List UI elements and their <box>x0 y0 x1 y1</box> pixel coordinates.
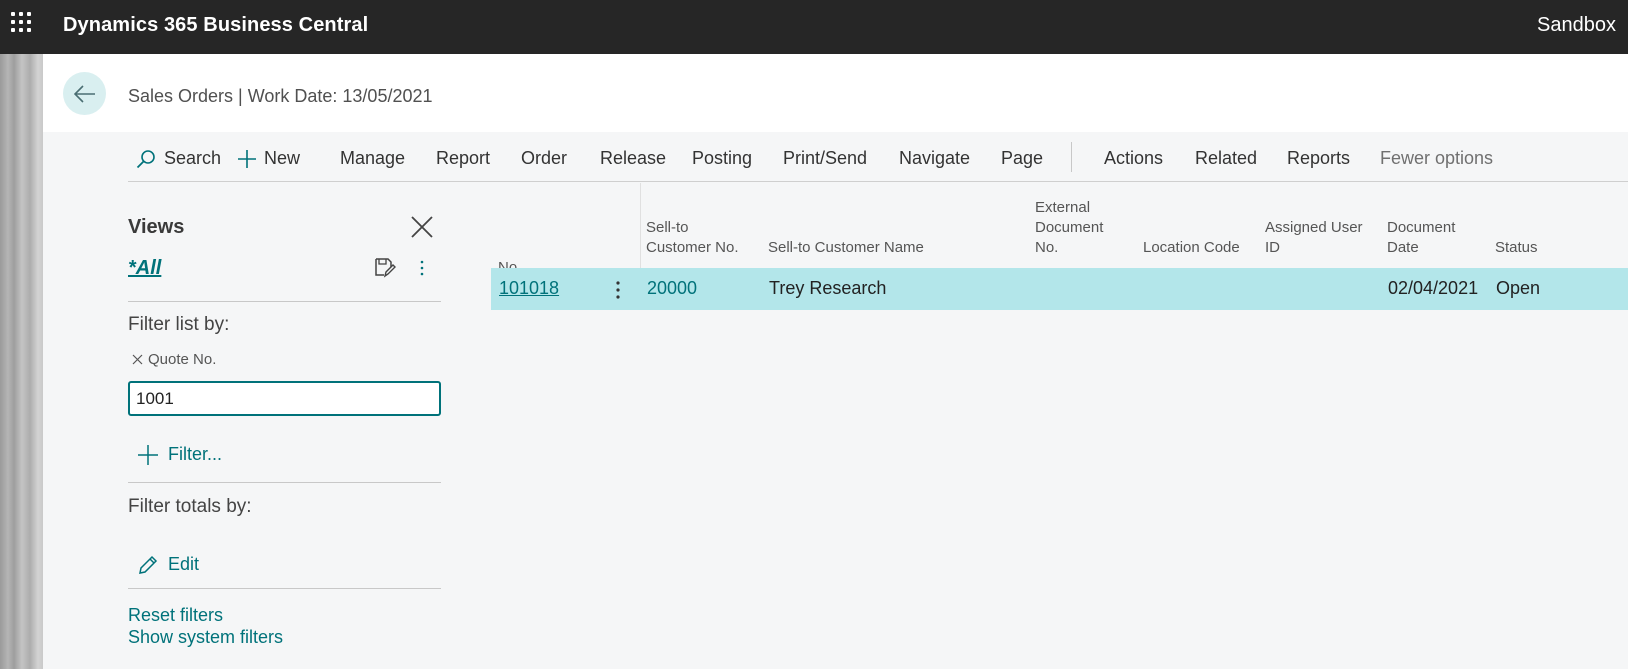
divider <box>128 301 441 302</box>
column-header-location-code[interactable]: Location Code <box>1143 238 1240 258</box>
remove-filter-button[interactable] <box>132 354 143 365</box>
cell-document-date: 02/04/2021 <box>1388 278 1479 298</box>
column-header-status[interactable]: Status <box>1495 238 1538 258</box>
column-header-sell-to-customer-no[interactable]: Sell-to Customer No. <box>646 218 739 258</box>
more-vertical-icon <box>420 260 424 276</box>
search-label: Search <box>164 148 222 168</box>
edit-totals-button[interactable]: Edit <box>138 554 199 575</box>
add-filter-button[interactable]: Filter... <box>138 444 222 465</box>
action-bar: Search New Manage Report Order Release P… <box>128 138 1628 182</box>
close-filter-pane-button[interactable] <box>409 214 435 240</box>
page-header: Sales Orders | Work Date: 13/05/2021 <box>43 54 1628 132</box>
search-icon <box>136 149 156 169</box>
view-options-button[interactable] <box>417 258 427 278</box>
show-system-filters-link[interactable]: Show system filters <box>128 627 283 648</box>
more-vertical-icon <box>616 281 620 299</box>
filter-totals-by-label: Filter totals by: <box>128 496 252 517</box>
table-row[interactable]: 101018 20000 Trey Research 02/04/2021 Op… <box>491 268 1628 310</box>
app-title[interactable]: Dynamics 365 Business Central <box>63 14 368 37</box>
actions-menu[interactable]: Actions <box>1104 148 1163 169</box>
cell-sell-to-customer-no[interactable]: 20000 <box>647 278 697 299</box>
fewer-options-button[interactable]: Fewer options <box>1380 148 1493 169</box>
column-header-sell-to-customer-name[interactable]: Sell-to Customer Name <box>768 238 924 258</box>
app-launcher-icon[interactable] <box>11 12 33 34</box>
back-button[interactable] <box>63 72 106 115</box>
cell-status: Open <box>1496 278 1541 298</box>
manage-menu[interactable]: Manage <box>340 148 405 169</box>
order-menu[interactable]: Order <box>521 148 567 169</box>
reports-menu[interactable]: Reports <box>1287 148 1350 169</box>
column-header-document-date[interactable]: Document Date <box>1387 218 1455 258</box>
report-menu[interactable]: Report <box>436 148 490 169</box>
environment-name: Sandbox <box>1537 14 1616 36</box>
cell-sell-to-customer-name: Trey Research <box>769 278 887 298</box>
action-bar-divider <box>1071 142 1072 172</box>
related-menu[interactable]: Related <box>1195 148 1257 169</box>
page-title: Sales Orders | Work Date: 13/05/2021 <box>128 86 433 106</box>
print-send-menu[interactable]: Print/Send <box>783 148 867 169</box>
quote-no-filter-input[interactable] <box>128 381 441 416</box>
close-icon <box>132 354 143 365</box>
pencil-icon <box>138 555 158 575</box>
top-bar: Dynamics 365 Business Central Sandbox <box>0 0 1628 54</box>
cell-no[interactable]: 101018 <box>499 278 559 299</box>
plus-icon <box>238 149 256 168</box>
views-title: Views <box>128 216 185 238</box>
navigate-menu[interactable]: Navigate <box>899 148 970 169</box>
divider <box>128 482 441 483</box>
reset-filters-link[interactable]: Reset filters <box>128 605 223 626</box>
column-header-assigned-user-id[interactable]: Assigned User ID <box>1265 218 1363 258</box>
plus-icon <box>138 444 158 465</box>
arrow-left-icon <box>73 84 95 103</box>
new-button[interactable]: New <box>238 148 300 169</box>
save-view-icon <box>375 258 396 278</box>
column-separator <box>640 183 641 269</box>
filter-field-label: Quote No. <box>148 351 217 368</box>
search-button[interactable]: Search <box>136 148 221 169</box>
filter-list-by-label: Filter list by: <box>128 314 230 335</box>
release-menu[interactable]: Release <box>600 148 666 169</box>
edit-label: Edit <box>168 554 200 574</box>
new-label: New <box>264 148 301 168</box>
background-strip <box>0 54 43 669</box>
filter-field-chip: Quote No. <box>132 351 216 368</box>
page-menu[interactable]: Page <box>1001 148 1043 169</box>
divider <box>128 588 441 589</box>
posting-menu[interactable]: Posting <box>692 148 752 169</box>
close-icon <box>411 216 433 238</box>
current-view-link[interactable]: *All <box>128 257 161 280</box>
save-view-button[interactable] <box>374 257 396 279</box>
row-actions-button[interactable] <box>615 279 621 301</box>
column-header-external-document-no[interactable]: External Document No. <box>1035 198 1103 258</box>
add-filter-label: Filter... <box>168 444 223 464</box>
